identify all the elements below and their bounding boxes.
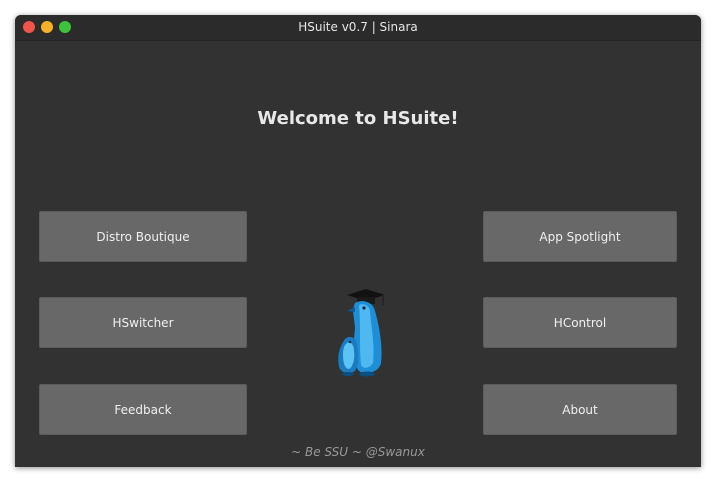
welcome-heading: Welcome to HSuite! (257, 108, 459, 129)
about-button[interactable]: About (483, 384, 677, 435)
penguin-graduate-icon (338, 289, 385, 377)
distro-boutique-button[interactable]: Distro Boutique (39, 211, 247, 262)
app-window: HSuite v0.7 | Sinara Welcome to HSuite! … (15, 15, 701, 467)
feedback-button[interactable]: Feedback (39, 384, 247, 435)
title-bar[interactable]: HSuite v0.7 | Sinara (15, 15, 701, 41)
window-title: HSuite v0.7 | Sinara (298, 20, 418, 34)
footer-credit: ~ Be SSU ~ @Swanux (291, 445, 425, 459)
hcontrol-button[interactable]: HControl (483, 297, 677, 348)
app-spotlight-button[interactable]: App Spotlight (483, 211, 677, 262)
hswitcher-button[interactable]: HSwitcher (39, 297, 247, 348)
